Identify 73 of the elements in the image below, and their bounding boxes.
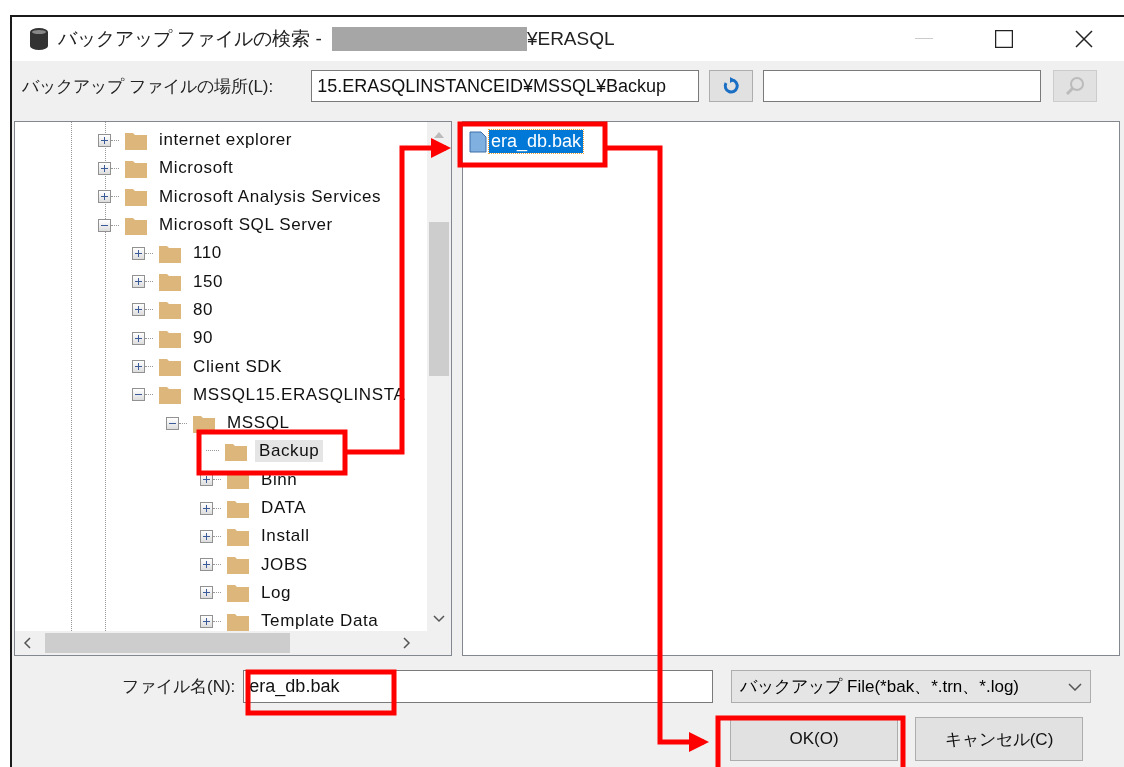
minus-icon[interactable] — [132, 388, 145, 402]
plus-icon[interactable] — [200, 529, 213, 543]
plus-icon[interactable] — [98, 190, 111, 204]
scroll-right-icon — [403, 637, 411, 649]
folder-item[interactable]: JOBS — [257, 553, 312, 576]
plus-icon[interactable] — [200, 614, 213, 628]
vertical-scrollbar[interactable] — [427, 122, 451, 631]
folder-icon — [227, 526, 249, 546]
file-item[interactable]: era_db.bak — [489, 130, 584, 153]
search-field[interactable] — [763, 70, 1042, 102]
folder-item[interactable]: DATA — [257, 497, 311, 519]
file-name-field[interactable]: era_db.bak — [243, 670, 714, 703]
horizontal-scrollbar[interactable] — [15, 631, 451, 655]
plus-icon[interactable] — [98, 161, 111, 175]
plus-icon[interactable] — [132, 303, 145, 317]
folder-item[interactable]: Microsoft SQL Server — [155, 214, 337, 237]
folder-icon — [125, 158, 147, 178]
folder-item[interactable]: MSSQL — [223, 412, 294, 435]
minus-icon[interactable] — [98, 218, 111, 232]
folder-icon — [125, 215, 147, 235]
folder-icon — [227, 555, 249, 575]
minus-icon[interactable] — [166, 416, 179, 430]
plus-icon[interactable] — [200, 586, 213, 600]
file-type-dropdown[interactable]: バックアップ File(*bak、*.trn、*.log) — [731, 670, 1092, 703]
maximize-icon — [995, 30, 1013, 48]
folder-icon — [125, 130, 147, 150]
location-field[interactable]: 15.ERASQLINSTANCEID¥MSSQL¥Backup — [311, 70, 700, 102]
plus-icon[interactable] — [200, 558, 213, 572]
plus-icon[interactable] — [200, 501, 213, 515]
scroll-down-icon — [433, 615, 445, 623]
folder-item[interactable]: Log — [257, 581, 296, 604]
search-icon — [1065, 76, 1086, 96]
minimize-icon — [915, 38, 933, 40]
folder-icon — [159, 357, 181, 376]
folder-item[interactable]: Template Data — [257, 610, 383, 631]
folder-icon — [159, 328, 181, 348]
refresh-button[interactable] — [709, 70, 754, 102]
folder-item[interactable]: 150 — [189, 270, 228, 293]
file-icon — [469, 130, 487, 153]
folder-item[interactable]: 80 — [189, 298, 218, 321]
folder-icon — [159, 243, 181, 263]
refresh-icon — [722, 77, 741, 95]
scroll-left-icon — [23, 637, 31, 649]
file-name-label: ファイル名(N): — [122, 676, 236, 698]
plus-icon[interactable] — [132, 246, 145, 260]
folder-icon — [159, 300, 181, 320]
folder-icon — [225, 441, 247, 461]
folder-item[interactable]: 90 — [189, 327, 218, 350]
plus-icon[interactable] — [98, 133, 111, 147]
folder-icon — [159, 272, 181, 292]
plus-icon[interactable] — [132, 275, 145, 289]
folder-item[interactable]: internet explorer — [155, 129, 297, 152]
chevron-down-icon — [1068, 682, 1083, 691]
plus-icon[interactable] — [132, 331, 145, 345]
folder-icon — [159, 385, 181, 405]
folder-item[interactable]: Microsoft — [155, 157, 238, 180]
folder-item[interactable]: Microsoft Analysis Services — [155, 185, 386, 208]
folder-icon — [125, 187, 147, 207]
location-label: バックアップ ファイルの場所(L): — [22, 75, 274, 98]
folder-item[interactable]: Client SDK — [189, 355, 287, 378]
folder-icon — [227, 498, 249, 518]
window-title-suffix: ¥ERASQL — [526, 28, 615, 50]
window-title: バックアップ ファイルの検索 - — [58, 27, 322, 51]
close-icon — [1075, 30, 1093, 48]
dialog-button[interactable]: キャンセル(C) — [915, 717, 1083, 761]
plus-icon[interactable] — [132, 360, 145, 373]
folder-item[interactable]: 110 — [189, 242, 226, 265]
scroll-up-icon — [434, 132, 444, 138]
folder-item[interactable]: Backup — [255, 440, 324, 463]
folder-icon — [193, 413, 215, 433]
folder-icon — [227, 583, 249, 603]
database-icon — [30, 28, 48, 50]
folder-item[interactable]: Install — [257, 525, 314, 548]
